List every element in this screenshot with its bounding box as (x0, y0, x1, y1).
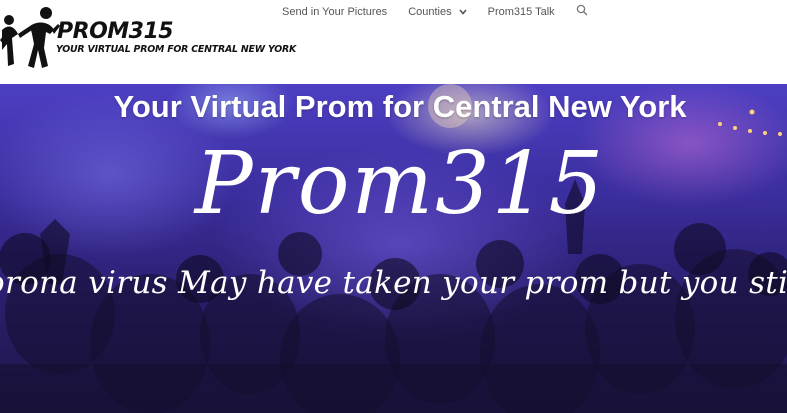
nav-prom315-talk[interactable]: Prom315 Talk (488, 6, 555, 18)
nav-item-label: Prom315 Talk (487, 6, 555, 18)
hero-brand-title: Prom315 (194, 134, 606, 234)
chevron-down-icon (459, 6, 467, 18)
hero-banner: Your Virtual Prom for Central New York P… (0, 84, 787, 413)
nav-item-label: Counties (408, 6, 452, 18)
hero-heading: Your Virtual Prom for Central New York (113, 89, 687, 124)
nav-send-pictures[interactable]: Send in Your Pictures (282, 6, 387, 18)
main-nav: Send in Your Pictures Counties Prom315 T… (270, 0, 588, 24)
dancing-couple-icon (0, 7, 60, 68)
nav-counties[interactable]: Counties (408, 6, 467, 18)
hero-tagline: orona virus May have taken your prom but… (0, 265, 787, 301)
nav-item-label: Send in Your Pictures (282, 6, 388, 18)
site-header: PROM315 YOUR VIRTUAL PROM FOR CENTRAL NE… (0, 0, 787, 84)
site-logo[interactable]: PROM315 YOUR VIRTUAL PROM FOR CENTRAL NE… (0, 4, 296, 76)
logo-title: PROM315 (57, 19, 174, 44)
search-icon[interactable] (576, 3, 588, 21)
logo-tagline: YOUR VIRTUAL PROM FOR CENTRAL NEW YORK (56, 44, 297, 55)
